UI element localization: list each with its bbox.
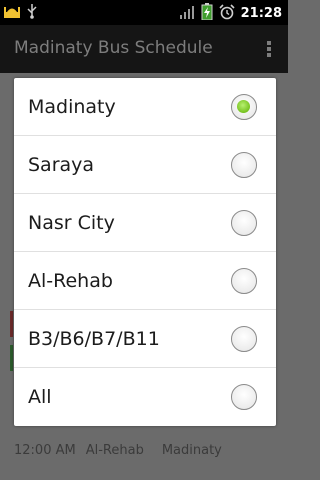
usb-icon xyxy=(26,3,38,23)
option-label: Saraya xyxy=(28,153,95,176)
radio-unchecked-icon[interactable] xyxy=(231,326,257,352)
option-label: Madinaty xyxy=(28,95,116,118)
schedule-row[interactable]: 12:00 AM Al-Rehab Madinaty xyxy=(14,443,232,458)
option-all[interactable]: All xyxy=(14,368,276,426)
option-al-rehab[interactable]: Al-Rehab xyxy=(14,252,276,310)
alarm-icon xyxy=(219,3,235,24)
status-time: 21:28 xyxy=(240,6,282,21)
route-select-dialog: Madinaty Saraya Nasr City Al-Rehab B3/B6… xyxy=(14,78,276,426)
schedule-time: 12:00 AM xyxy=(14,443,76,458)
radio-unchecked-icon[interactable] xyxy=(231,210,257,236)
overflow-menu-icon[interactable] xyxy=(266,39,272,59)
option-label: All xyxy=(28,386,52,408)
option-label: Nasr City xyxy=(28,211,115,234)
radio-unchecked-icon[interactable] xyxy=(231,384,257,410)
battery-charging-icon xyxy=(201,3,213,24)
radio-unchecked-icon[interactable] xyxy=(231,152,257,178)
action-bar: Madinaty Bus Schedule xyxy=(0,25,288,73)
option-label: B3/B6/B7/B11 xyxy=(28,327,160,350)
row-marker xyxy=(10,345,13,371)
row-marker xyxy=(10,311,13,337)
option-b-buildings[interactable]: B3/B6/B7/B11 xyxy=(14,310,276,368)
mosque-icon xyxy=(4,3,20,23)
option-nasr-city[interactable]: Nasr City xyxy=(14,194,276,252)
status-bar: 21:28 xyxy=(0,0,288,25)
schedule-from: Al-Rehab xyxy=(85,443,144,458)
option-label: Al-Rehab xyxy=(28,269,113,292)
schedule-to: Madinaty xyxy=(161,443,222,458)
option-saraya[interactable]: Saraya xyxy=(14,136,276,194)
radio-unchecked-icon[interactable] xyxy=(231,268,257,294)
option-madinaty[interactable]: Madinaty xyxy=(14,78,276,136)
app-title: Madinaty Bus Schedule xyxy=(14,38,213,58)
signal-icon xyxy=(179,4,195,23)
radio-checked-icon[interactable] xyxy=(231,94,257,120)
